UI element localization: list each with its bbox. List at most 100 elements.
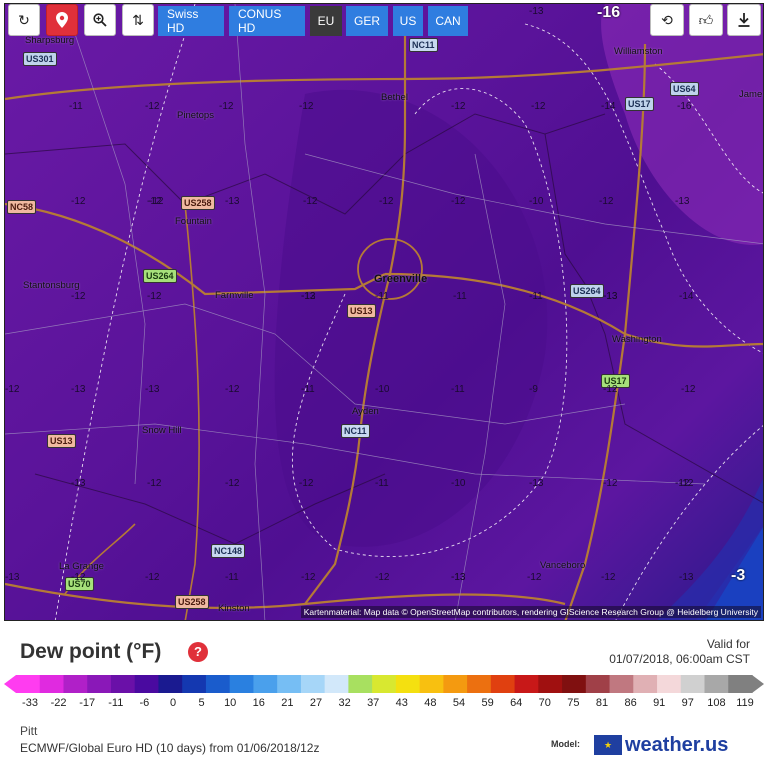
- scale-tick-label: 21: [281, 697, 294, 709]
- scale-swatch: [633, 675, 658, 693]
- weather-map[interactable]: -13 -16 -3 Kartenmaterial: Map data © Op…: [4, 3, 764, 621]
- contour-value: -12: [601, 572, 616, 583]
- scale-swatch: [657, 675, 682, 693]
- refresh-button[interactable]: ↻: [8, 4, 40, 36]
- valid-date: 01/07/2018, 06:00am CST: [609, 652, 750, 666]
- repeat-button[interactable]: ⟲: [650, 4, 684, 36]
- scale-swatch: [16, 675, 41, 693]
- tab-can[interactable]: CAN: [428, 6, 468, 36]
- contour-value: -11: [301, 384, 315, 395]
- repeat-icon: ⟲: [661, 11, 673, 28]
- route-shield: US301: [23, 52, 57, 66]
- contour-value: -10: [529, 196, 544, 207]
- contour-value: -11: [529, 291, 543, 302]
- scale-tick-label: 81: [595, 697, 609, 709]
- tab-conus-hd[interactable]: CONUS HD: [229, 6, 305, 36]
- scale-swatch: [205, 675, 231, 693]
- map-region-light: [601, 4, 763, 245]
- contour-value: -13: [679, 572, 694, 583]
- place-label: Greenville: [374, 273, 428, 285]
- contour-value: -12: [147, 291, 162, 302]
- contour-value: -12: [599, 196, 614, 207]
- sort-arrows-icon: ⇅: [132, 11, 144, 28]
- contour-value: -11: [375, 291, 389, 302]
- contour-value: -13: [675, 196, 690, 207]
- location-button[interactable]: [46, 4, 78, 36]
- contour-value: -12: [71, 196, 86, 207]
- contour-value: -13: [603, 291, 618, 302]
- scale-tick-label: 108: [707, 697, 726, 709]
- place-label: Vanceboro: [540, 560, 586, 571]
- contour-value: -12: [301, 572, 316, 583]
- brand-text: weather.us: [625, 733, 729, 756]
- contour-value: -12: [303, 196, 318, 207]
- help-icon[interactable]: ?: [188, 642, 208, 662]
- scale-swatch: [63, 675, 88, 693]
- contour-value: -9: [529, 384, 538, 395]
- place-label: Jame: [739, 89, 763, 100]
- scale-swatch: [704, 675, 729, 693]
- scale-tick-label: -6: [139, 697, 150, 709]
- tab-eu[interactable]: EU: [310, 6, 342, 36]
- scale-swatch: [585, 675, 611, 693]
- scale-swatch: [110, 675, 136, 693]
- scale-arrow-right: [752, 675, 764, 693]
- scale-swatch: [182, 675, 207, 693]
- road: [184, 203, 200, 620]
- scale-swatch: [253, 675, 278, 693]
- contour-value: -12: [603, 384, 618, 395]
- tab-ger[interactable]: GER: [346, 6, 388, 36]
- contour-value: -12: [301, 291, 316, 302]
- contour-value: -12: [603, 478, 618, 489]
- contour-value: -14: [601, 101, 616, 112]
- sort-button[interactable]: ⇅: [122, 4, 154, 36]
- scale-tick-label: -33: [22, 697, 38, 709]
- route-shield: US64: [670, 82, 699, 96]
- contour-value: -11: [375, 478, 389, 489]
- route-shield: US13: [47, 434, 76, 448]
- contour-value: -12: [5, 384, 20, 395]
- contour-value: -16: [677, 101, 692, 112]
- scale-swatch: [538, 675, 563, 693]
- route-shield: US13: [347, 304, 376, 318]
- contour-value: -13: [145, 384, 160, 395]
- zoom-icon: [93, 13, 107, 27]
- scale-swatch: [419, 675, 444, 693]
- contour-value: -12: [527, 572, 542, 583]
- tab-swiss-hd[interactable]: Swiss HD: [158, 6, 224, 36]
- legend-panel: Dew point (°F) ? Valid for 01/07/2018, 0…: [0, 621, 768, 765]
- like-button[interactable]: 👍︎: [689, 4, 723, 36]
- scale-swatch: [348, 675, 373, 693]
- scale-swatch: [562, 675, 587, 693]
- contour-value: -13: [5, 572, 20, 583]
- place-label: Snow Hill: [142, 425, 182, 436]
- contour-value: -12: [71, 572, 86, 583]
- route-shield: US258: [181, 196, 215, 210]
- route-shield: US258: [175, 595, 209, 609]
- tab-us[interactable]: US: [393, 6, 423, 36]
- route-shield: NC148: [211, 544, 246, 558]
- brand-logo[interactable]: ★ weather.us: [594, 732, 728, 758]
- place-label: Williamston: [614, 46, 663, 57]
- route-shield: NC11: [409, 38, 438, 52]
- scale-tick-label: 54: [452, 697, 466, 709]
- scale-arrow-left: [4, 675, 16, 693]
- place-label: Fountain: [175, 216, 212, 227]
- location-pin-icon: [56, 12, 68, 28]
- route-shield: US17: [625, 97, 654, 111]
- contour-value: -12: [225, 384, 240, 395]
- contour-value: -12: [71, 291, 86, 302]
- zoom-button[interactable]: [84, 4, 116, 36]
- place-label: Ayden: [352, 406, 379, 417]
- scale-tick-label: -22: [50, 697, 67, 709]
- download-button[interactable]: [727, 4, 761, 36]
- scale-tick-label: -17: [79, 697, 96, 709]
- scale-tick-label: 37: [367, 697, 380, 709]
- minor-road: [64, 4, 146, 485]
- scale-swatch: [229, 675, 255, 693]
- scale-tick-label: -11: [108, 697, 124, 709]
- scale-swatch: [680, 675, 706, 693]
- contour-value: -12: [299, 478, 314, 489]
- scale-tick-label: 43: [395, 697, 408, 709]
- map-attribution: Kartenmaterial: Map data © OpenStreetMap…: [300, 606, 761, 618]
